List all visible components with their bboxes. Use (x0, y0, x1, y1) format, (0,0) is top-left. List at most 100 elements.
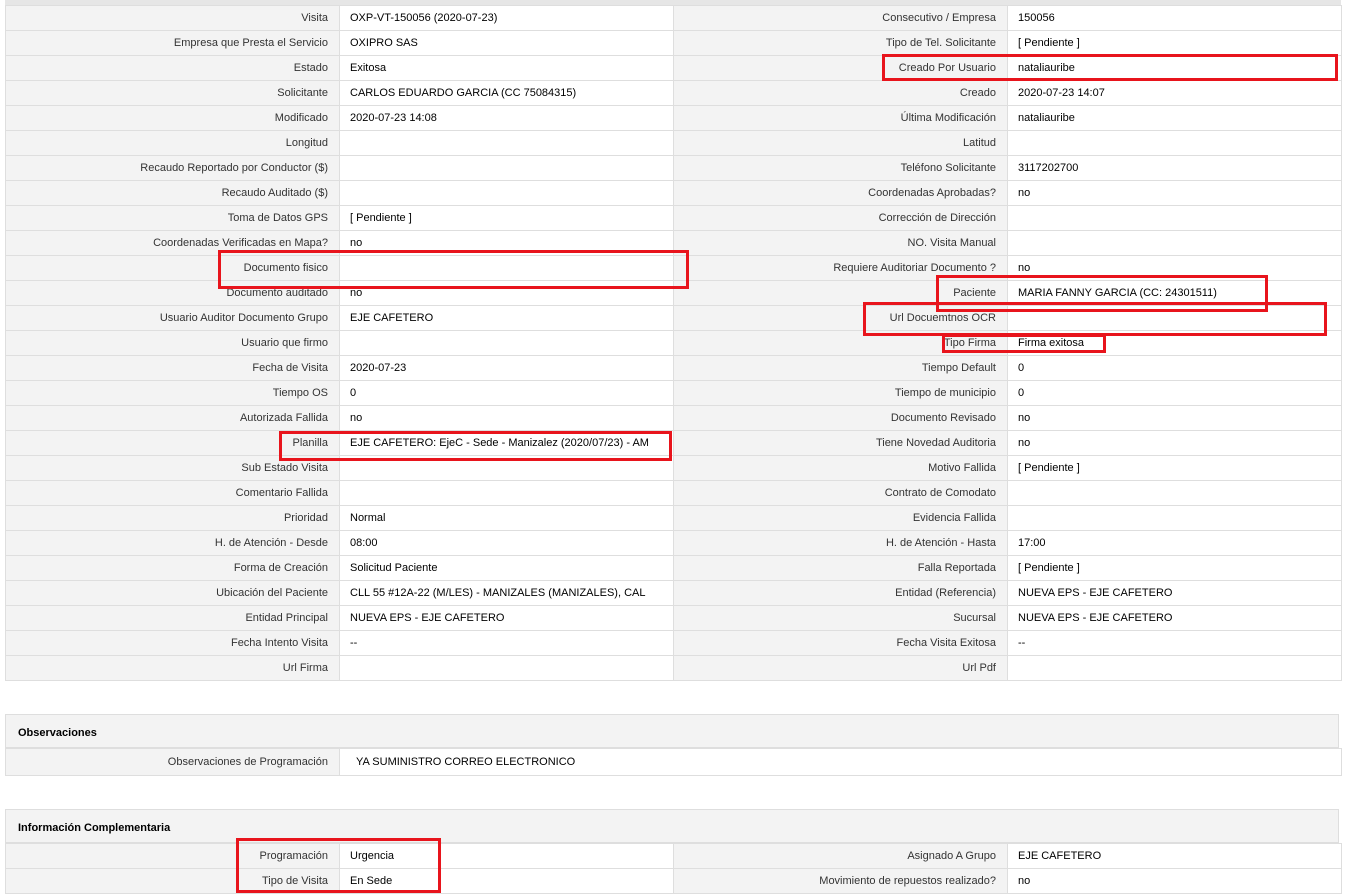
h-de-atencion-hasta-value: 17:00 (1007, 530, 1342, 556)
entidad-principal-value: NUEVA EPS - EJE CAFETERO (339, 605, 674, 631)
h-de-atencion-desde-label: H. de Atención - Desde (5, 530, 340, 556)
recaudo-auditado-label: Recaudo Auditado ($) (5, 180, 340, 206)
visita-label: Visita (5, 5, 340, 31)
tipo-firma-value: Firma exitosa (1007, 330, 1342, 356)
ultima-modificacion-value: nataliauribe (1007, 105, 1342, 131)
table-row: Estado Exitosa Creado Por Usuario nataliaur… (5, 55, 1342, 81)
telefono-solicitante-value: 3117202700 (1007, 155, 1342, 181)
sucursal-value: NUEVA EPS - EJE CAFETERO (1007, 605, 1342, 631)
table-row: Usuario Auditor Documento Grupo EJE CAFET… (5, 305, 1342, 331)
documento-fisico-label: Documento fisico (5, 255, 340, 281)
table-row: Forma de Creación Solicitud Paciente Falla… (5, 555, 1342, 581)
empresa-que-presta-el-servicio-value: OXIPRO SAS (339, 30, 674, 56)
planilla-label: Planilla (5, 430, 340, 456)
table-row: Fecha Intento Visita -- Fecha Visita Exito… (5, 630, 1342, 656)
field-value: YA SUMINISTRO CORREO ELECTRONICO (339, 748, 1342, 776)
empresa-que-presta-el-servicio-label: Empresa que Presta el Servicio (5, 30, 340, 56)
tiempo-default-label: Tiempo Default (673, 355, 1008, 381)
url-firma-value (339, 655, 674, 681)
table-row: H. de Atención - Desde 08:00 H. de Atenció… (5, 530, 1342, 556)
usuario-auditor-documento-grupo-label: Usuario Auditor Documento Grupo (5, 305, 340, 331)
tiempo-de-municipio-value: 0 (1007, 380, 1342, 406)
tiene-novedad-auditoria-value: no (1007, 430, 1342, 456)
table-row: Modificado 2020-07-23 14:08 Última Modific… (5, 105, 1342, 131)
table-row: Recaudo Reportado por Conductor ($) Teléf… (5, 155, 1342, 181)
fecha-de-visita-label: Fecha de Visita (5, 355, 340, 381)
table-row: Coordenadas Verificadas en Mapa? no NO. V… (5, 230, 1342, 256)
documento-revisado-label: Documento Revisado (673, 405, 1008, 431)
table-row: Url Firma Url Pdf (5, 655, 1342, 681)
table-row: Sub Estado Visita Motivo Fallida[ Pendien… (5, 455, 1342, 481)
falla-reportada-label: Falla Reportada (673, 555, 1008, 581)
longitud-value (339, 130, 674, 156)
correccion-de-direccion-value (1007, 205, 1342, 231)
contrato-de-comodato-value (1007, 480, 1342, 506)
sub-estado-visita-label: Sub Estado Visita (5, 455, 340, 481)
url-docuemtnos-ocr-label: Url Docuemtnos OCR (673, 305, 1008, 331)
visita-value: OXP-VT-150056 (2020-07-23) (339, 5, 674, 31)
table-row: Documento fisico Requiere Auditoriar Docu… (5, 255, 1342, 281)
tiempo-default-value: 0 (1007, 355, 1342, 381)
solicitante-value: CARLOS EDUARDO GARCIA (CC 75084315) (339, 80, 674, 106)
coordenadas-verificadas-en-mapa-label: Coordenadas Verificadas en Mapa? (5, 230, 340, 256)
usuario-que-firmo-label: Usuario que firmo (5, 330, 340, 356)
creado-value: 2020-07-23 14:07 (1007, 80, 1342, 106)
coordenadas-aprobadas-value: no (1007, 180, 1342, 206)
informacion-complementaria-table: Programación Urgencia Asignado A Grupo EJE … (5, 843, 1342, 894)
documento-auditado-value: no (339, 280, 674, 306)
table-row: Usuario que firmo Tipo Firma Firma exitosa (5, 330, 1342, 356)
table-row: Ubicación del Paciente CLL 55 #12A-22 (M/… (5, 580, 1342, 606)
table-row: Empresa que Presta el Servicio OXIPRO SAS… (5, 30, 1342, 56)
entidad-principal-label: Entidad Principal (5, 605, 340, 631)
ultima-modificacion-label: Última Modificación (673, 105, 1008, 131)
table-row: Recaudo Auditado ($) Coordenadas Aprobada… (5, 180, 1342, 206)
tiempo-os-value: 0 (339, 380, 674, 406)
table-row: Documento auditado no Paciente MARIA FANNY… (5, 280, 1342, 306)
table-row: Prioridad Normal Evidencia Fallida (5, 505, 1342, 531)
movimiento-de-repuestos-realizado-label: Movimiento de repuestos realizado? (673, 868, 1008, 894)
paciente-label: Paciente (673, 280, 1008, 306)
no-visita-manual-label: NO. Visita Manual (673, 230, 1008, 256)
tiene-novedad-auditoria-label: Tiene Novedad Auditoria (673, 430, 1008, 456)
creado-por-usuario-value: nataliauribe (1007, 55, 1342, 81)
evidencia-fallida-value (1007, 505, 1342, 531)
telefono-solicitante-label: Teléfono Solicitante (673, 155, 1008, 181)
estado-value: Exitosa (339, 55, 674, 81)
modificado-label: Modificado (5, 105, 340, 131)
informacion-complementaria-header: Información Complementaria (5, 809, 1339, 843)
toma-de-datos-gps-value: [ Pendiente ] (339, 205, 674, 231)
tipo-de-tel-solicitante-label: Tipo de Tel. Solicitante (673, 30, 1008, 56)
motivo-fallida-value: [ Pendiente ] (1007, 455, 1342, 481)
programacion-label: Programación (5, 843, 340, 869)
fecha-intento-visita-label: Fecha Intento Visita (5, 630, 340, 656)
coordenadas-aprobadas-label: Coordenadas Aprobadas? (673, 180, 1008, 206)
creado-por-usuario-label: Creado Por Usuario (673, 55, 1008, 81)
prioridad-label: Prioridad (5, 505, 340, 531)
no-visita-manual-value (1007, 230, 1342, 256)
url-pdf-value (1007, 655, 1342, 681)
prioridad-value: Normal (339, 505, 674, 531)
table-row: Toma de Datos GPS[ Pendiente ] Corrección… (5, 205, 1342, 231)
table-row: Tiempo OS 0 Tiempo de municipio 0 (5, 380, 1342, 406)
tiempo-de-municipio-label: Tiempo de municipio (673, 380, 1008, 406)
h-de-atencion-hasta-label: H. de Atención - Hasta (673, 530, 1008, 556)
modificado-value: 2020-07-23 14:08 (339, 105, 674, 131)
url-firma-label: Url Firma (5, 655, 340, 681)
table-row: Solicitante CARLOS EDUARDO GARCIA (CC 750… (5, 80, 1342, 106)
latitud-value (1007, 130, 1342, 156)
asignado-a-grupo-label: Asignado A Grupo (673, 843, 1008, 869)
sub-estado-visita-value (339, 455, 674, 481)
entidad-referencia-label: Entidad (Referencia) (673, 580, 1008, 606)
tiempo-os-label: Tiempo OS (5, 380, 340, 406)
consecutivo-empresa-label: Consecutivo / Empresa (673, 5, 1008, 31)
forma-de-creacion-value: Solicitud Paciente (339, 555, 674, 581)
fecha-intento-visita-value: -- (339, 630, 674, 656)
ubicacion-del-paciente-value: CLL 55 #12A-22 (M/LES) - MANIZALES (MANI… (339, 580, 674, 606)
consecutivo-empresa-value: 150056 (1007, 5, 1342, 31)
requiere-auditoriar-documento-value: no (1007, 255, 1342, 281)
latitud-label: Latitud (673, 130, 1008, 156)
comentario-fallida-label: Comentario Fallida (5, 480, 340, 506)
forma-de-creacion-label: Forma de Creación (5, 555, 340, 581)
h-de-atencion-desde-value: 08:00 (339, 530, 674, 556)
solicitante-label: Solicitante (5, 80, 340, 106)
